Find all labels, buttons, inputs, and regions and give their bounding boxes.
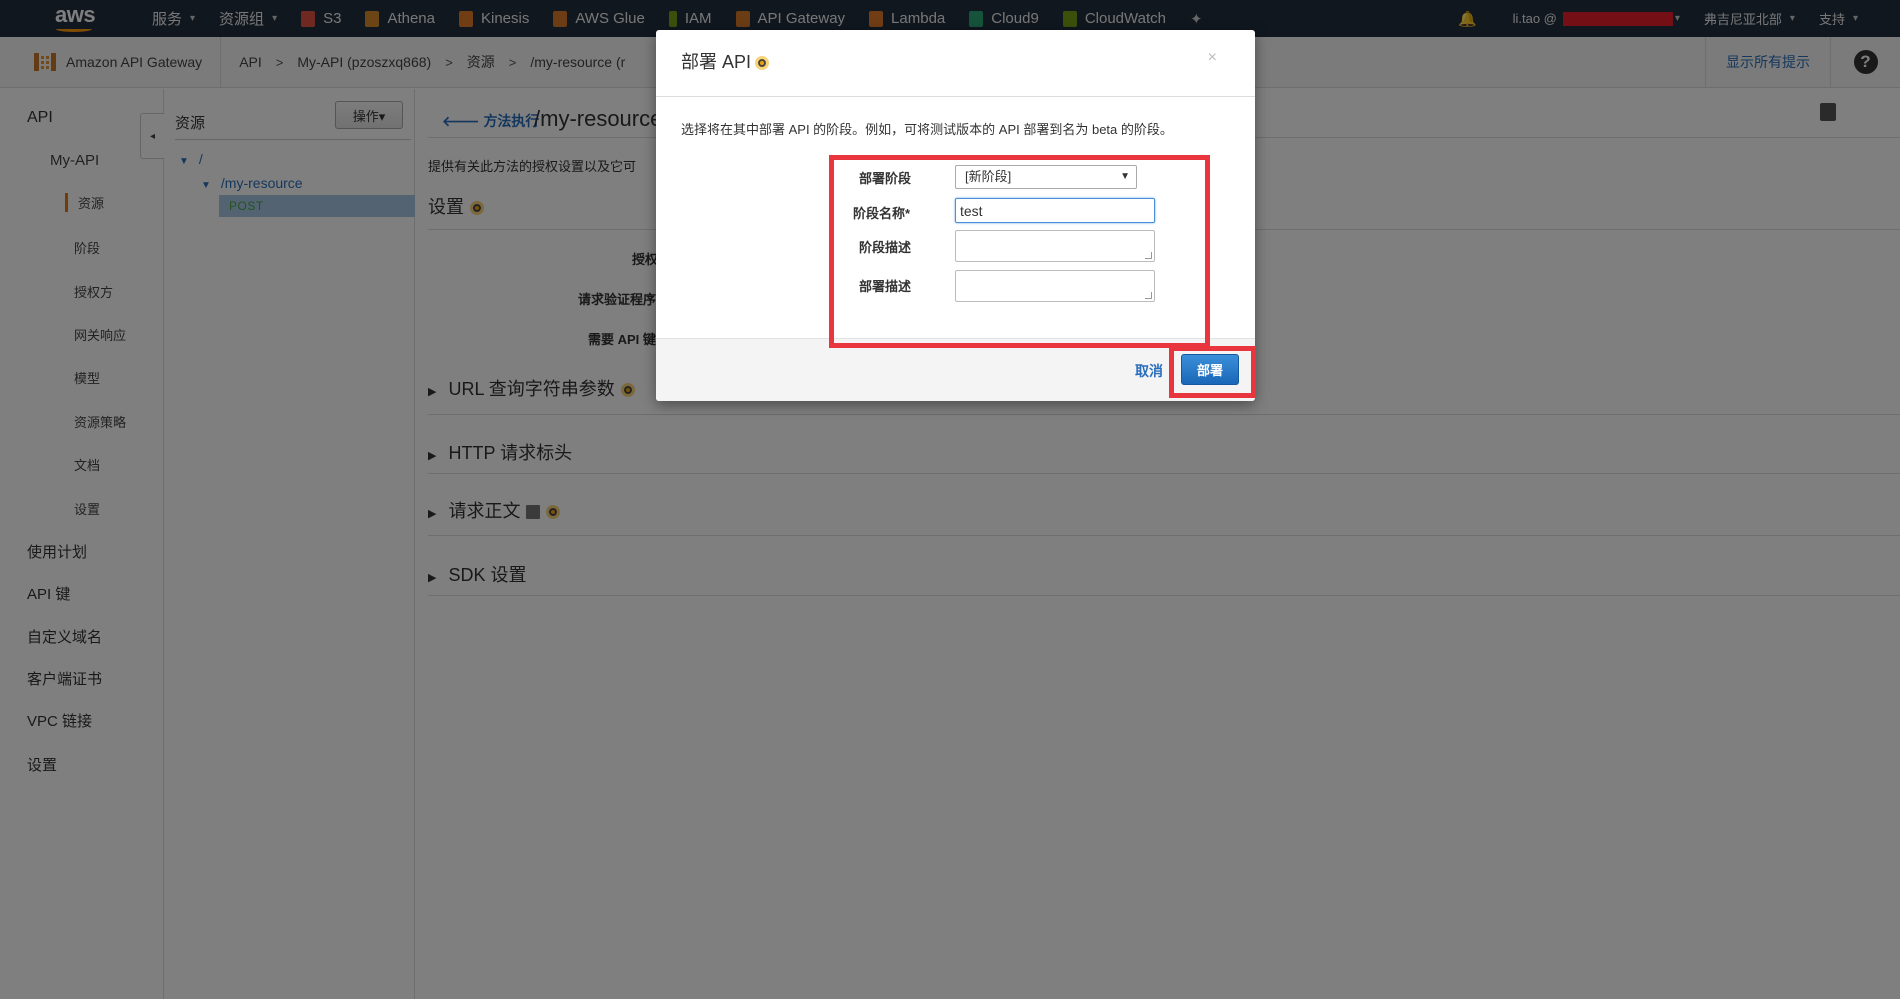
chevron-down-icon: ▼ [1120,171,1130,182]
info-icon[interactable] [755,56,770,71]
deploy-stage-select[interactable]: [新阶段] ▼ [955,165,1137,189]
stage-description-textarea[interactable] [955,230,1155,262]
dialog-header: 部署 API × [656,30,1255,97]
dialog-title: 部署 API [681,48,770,74]
dialog-description: 选择将在其中部署 API 的阶段。例如，可将测试版本的 API 部署到名为 be… [681,122,1173,137]
cancel-button[interactable]: 取消 [1135,361,1163,381]
deploy-stage-value: [新阶段] [965,169,1012,184]
deployment-description-textarea[interactable] [955,270,1155,302]
close-icon[interactable]: × [1208,49,1217,67]
deployment-description-label: 部署描述 [859,279,912,294]
dialog-title-label: 部署 API [681,52,752,72]
deploy-api-dialog: 部署 API × 选择将在其中部署 API 的阶段。例如，可将测试版本的 API… [656,30,1255,401]
stage-description-label: 阶段描述 [859,240,912,255]
dialog-footer [656,338,1255,401]
deploy-stage-label: 部署阶段 [859,171,912,186]
stage-name-input[interactable] [955,198,1155,223]
stage-name-label: 阶段名称* [853,206,911,221]
deploy-button[interactable]: 部署 [1181,354,1239,385]
